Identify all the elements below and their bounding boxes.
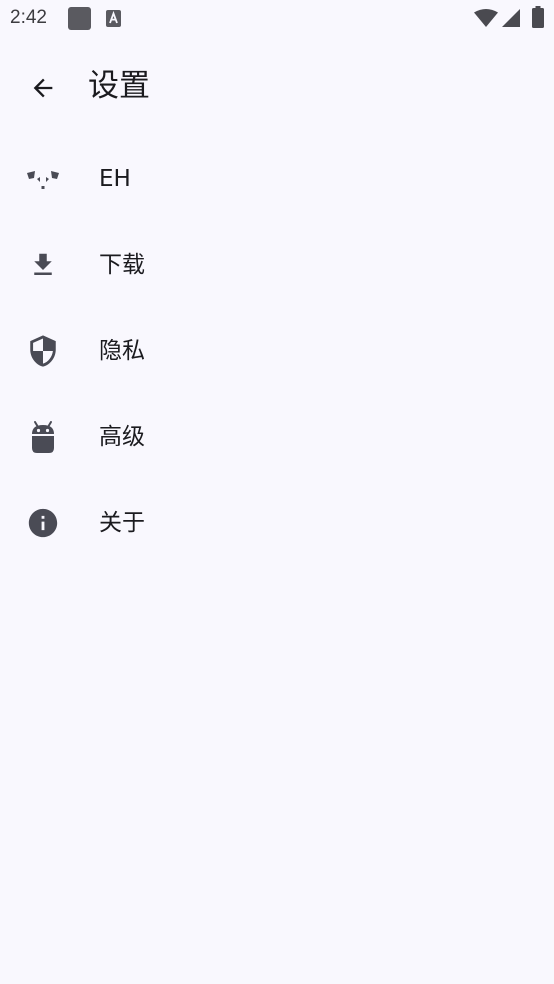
download-icon xyxy=(23,245,63,285)
page-title: 设置 xyxy=(88,68,150,104)
status-time: 2:42 xyxy=(10,7,47,28)
android-icon xyxy=(23,417,63,457)
settings-item-label: 下载 xyxy=(99,252,145,278)
status-bar: 2:42 xyxy=(0,0,554,38)
battery-icon xyxy=(532,6,544,28)
keyboard-a-icon xyxy=(106,10,121,27)
settings-item-about[interactable]: 关于 xyxy=(0,479,554,565)
wifi-icon xyxy=(474,9,498,27)
settings-item-advanced[interactable]: 高级 xyxy=(0,393,554,479)
settings-item-eh[interactable]: EH xyxy=(0,135,554,221)
settings-item-label: EH xyxy=(99,166,131,192)
arrow-back-icon xyxy=(33,78,53,98)
settings-item-label: 隐私 xyxy=(99,338,145,364)
panda-icon xyxy=(23,159,63,199)
top-app-bar: 设置 xyxy=(0,48,554,126)
back-button[interactable] xyxy=(19,64,67,112)
settings-item-download[interactable]: 下载 xyxy=(0,221,554,307)
settings-item-privacy[interactable]: 隐私 xyxy=(0,307,554,393)
settings-item-label: 关于 xyxy=(99,510,145,536)
info-icon xyxy=(23,503,63,543)
settings-item-label: 高级 xyxy=(99,424,145,450)
square-notification-icon xyxy=(68,7,91,30)
cellular-signal-icon xyxy=(502,9,520,27)
shield-icon xyxy=(23,331,63,371)
settings-list: EH 下载 隐私 高级 关于 xyxy=(0,135,554,565)
